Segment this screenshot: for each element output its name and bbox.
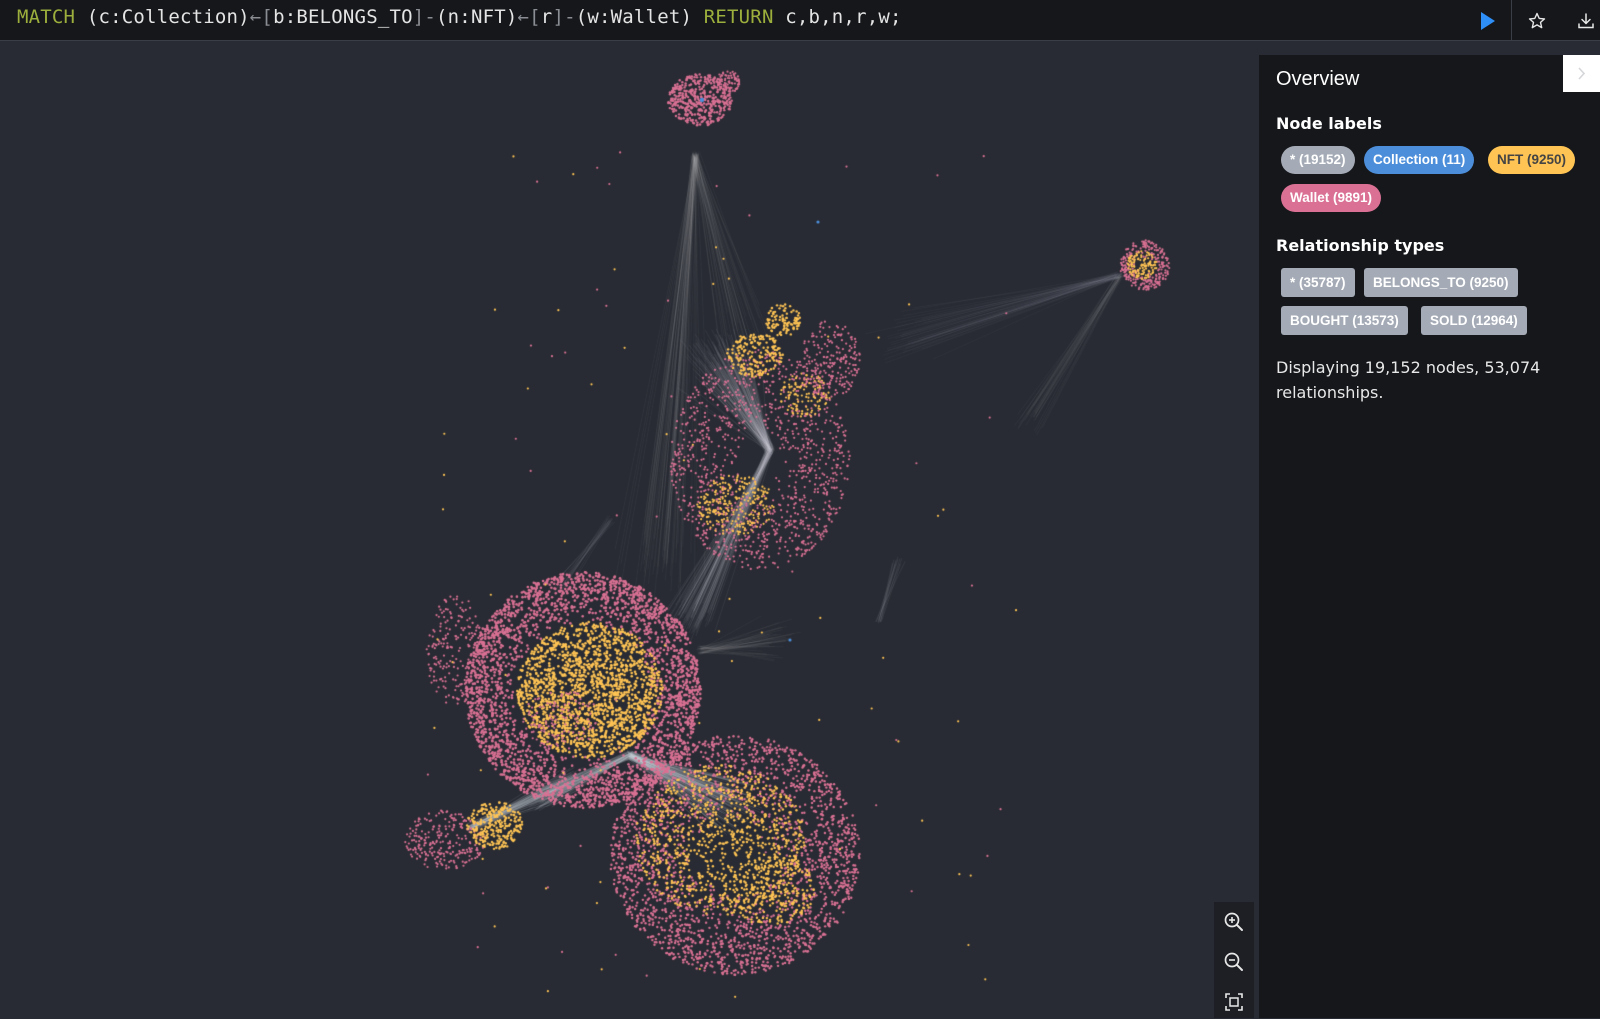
relationship-type-sold[interactable]: SOLD (12964) [1421,306,1527,335]
cypher-query-editor[interactable]: MATCH (c:Collection)←[b:BELONGS_TO]-(n:N… [17,6,902,28]
graph-visualization[interactable] [0,42,1259,1018]
chevron-right-icon [1578,67,1586,80]
relationship-type-belongs-to[interactable]: BELONGS_TO (9250) [1364,268,1518,297]
play-icon [1481,12,1495,30]
zoom-out-icon [1224,952,1243,971]
graph-canvas[interactable] [0,42,1259,1018]
node-labels-title: Node labels [1276,114,1382,133]
fit-to-screen-button[interactable] [1222,990,1246,1014]
keyword-return: RETURN [703,6,774,28]
collapse-sidebar-button[interactable] [1563,55,1600,92]
node-label-all[interactable]: * (19152) [1281,146,1355,174]
zoom-controls [1214,902,1254,1018]
zoom-in-button[interactable] [1222,910,1246,934]
relationship-type-bought[interactable]: BOUGHT (13573) [1281,306,1408,335]
query-bar: MATCH (c:Collection)←[b:BELONGS_TO]-(n:N… [0,0,1600,41]
node-label-collection[interactable]: Collection (11) [1364,146,1475,174]
relationship-types-title: Relationship types [1276,236,1445,255]
node-label-wallet[interactable]: Wallet (9891) [1281,184,1382,212]
favorite-button[interactable] [1524,8,1550,34]
download-button[interactable] [1573,8,1599,34]
fit-to-screen-icon [1225,993,1243,1011]
zoom-out-button[interactable] [1222,950,1246,974]
node-label-nft[interactable]: NFT (9250) [1488,146,1576,174]
keyword-match: MATCH [17,6,76,28]
display-summary: Displaying 19,152 nodes, 53,074 relation… [1276,358,1541,402]
toolbar-divider [1511,0,1512,41]
zoom-in-icon [1224,912,1243,931]
overview-title: Overview [1276,68,1360,90]
run-query-button[interactable] [1474,9,1500,33]
download-icon [1578,13,1594,29]
star-icon [1528,12,1546,29]
relationship-type-all[interactable]: * (35787) [1281,268,1355,297]
